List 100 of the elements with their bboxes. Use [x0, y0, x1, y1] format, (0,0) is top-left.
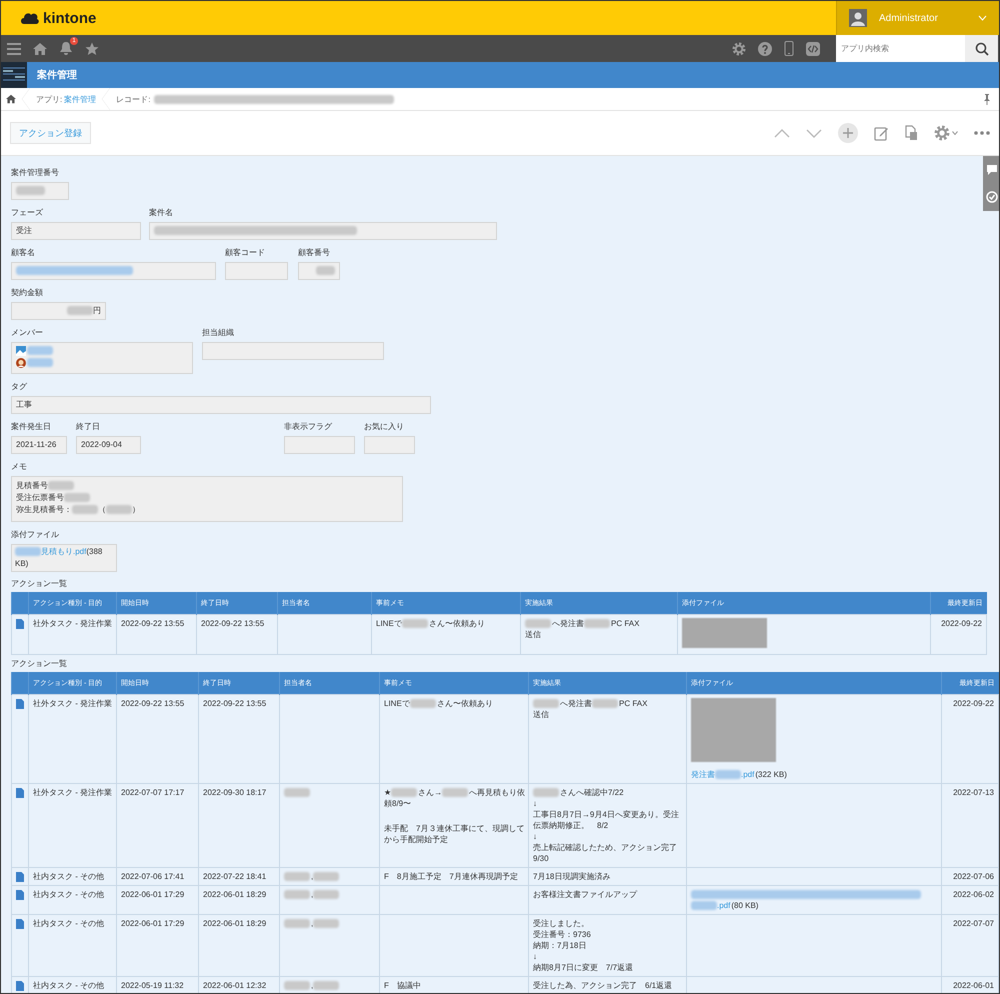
table-cell: 2022-06-01 12:32: [198, 976, 280, 993]
home-icon[interactable]: [6, 94, 16, 104]
value-text: 工事: [16, 400, 32, 409]
chevron-up-icon[interactable]: [774, 128, 790, 138]
table-cell: 2022-06-01 17:29: [116, 886, 198, 914]
table-cell: 社内タスク - その他: [28, 886, 116, 914]
field-value: [225, 262, 288, 280]
breadcrumb-label: アプリ:: [36, 94, 62, 104]
avatar-icon: [16, 358, 26, 368]
document-icon[interactable]: [16, 619, 24, 629]
cell-text: F 8月施工予定 7月連休再現調予定: [384, 872, 518, 881]
cell-text: ,: [311, 872, 314, 881]
cell-text: さんへ確認中7/22: [560, 788, 624, 797]
code-icon[interactable]: [806, 42, 820, 56]
blurred-text: [442, 788, 468, 798]
cell-text: へ再見積もり依: [469, 788, 526, 797]
menu-icon[interactable]: [7, 42, 21, 56]
table-cell: 2022-06-01 18:29: [198, 886, 280, 914]
add-icon[interactable]: [838, 123, 858, 143]
table-cell: 2022-09-22 13:55: [116, 694, 198, 784]
blurred-text: [584, 619, 610, 628]
table-cell: 2022-06-02: [942, 886, 998, 914]
blurred-text: [284, 788, 310, 798]
document-icon[interactable]: [16, 699, 24, 709]
field-label: 案件管理番号: [11, 167, 60, 179]
value-text: 2021-11-26: [16, 440, 56, 449]
logo-text[interactable]: kintone: [43, 10, 96, 26]
breadcrumb-link[interactable]: 案件管理: [64, 94, 96, 104]
settings-icon: [934, 125, 950, 141]
copy-document-icon[interactable]: [905, 125, 918, 141]
table-title: アクション一覧: [11, 578, 68, 590]
comment-icon[interactable]: [986, 164, 998, 176]
user-menu[interactable]: Administrator: [836, 1, 999, 35]
table-title: アクション一覧: [11, 658, 68, 670]
cell-text: 納期8月7日に変更 7/7返還: [533, 963, 634, 972]
table-cell: 2022-09-22 13:55: [196, 614, 278, 654]
field-label: 顧客番号: [298, 247, 331, 259]
user-avatar-icon: [849, 9, 867, 27]
check-circle-icon[interactable]: [986, 191, 998, 204]
blurred-text: [391, 788, 418, 798]
value-text: 見積番号: [16, 481, 48, 490]
cell-text: F 協議中: [384, 981, 421, 990]
cell-text: PC FAX: [619, 699, 648, 708]
header-cell: [12, 592, 28, 614]
table-cell: 2022-07-06 17:41: [116, 868, 198, 886]
field-label: 顧客名: [11, 247, 36, 259]
cloud-logo-icon: [20, 11, 40, 25]
value-text: KB): [15, 559, 28, 568]
help-icon[interactable]: [758, 42, 772, 56]
file-link[interactable]: 見積もり.pdf: [41, 547, 86, 556]
more-icon[interactable]: [974, 131, 990, 135]
action-register-button[interactable]: アクション登録: [10, 122, 91, 144]
bell-icon[interactable]: [59, 41, 73, 56]
cell-text: さん〜依頼あり: [436, 699, 493, 708]
breadcrumb-label: レコード:: [116, 94, 150, 104]
table-cell: 社外タスク - 発注作業: [28, 694, 116, 784]
app-icon[interactable]: [1, 62, 27, 88]
file-link[interactable]: .pdf: [717, 901, 730, 910]
table-cell: 2022-09-22 13:55: [116, 614, 196, 654]
table-cell: 2022-07-06: [942, 868, 998, 886]
search-field[interactable]: アプリ内検索: [836, 35, 965, 62]
value-text: 受注伝票番号: [16, 493, 64, 502]
value-text: 2022-09-04: [81, 440, 122, 449]
blurred-text: [313, 981, 340, 990]
cell-text: へ発注書: [560, 699, 592, 708]
table-cell: 社内タスク - その他: [28, 976, 116, 993]
document-icon[interactable]: [16, 981, 24, 991]
star-icon[interactable]: [85, 42, 99, 56]
document-icon[interactable]: [16, 919, 24, 929]
search-button[interactable]: [965, 35, 998, 62]
field-label: メンバー: [11, 327, 44, 339]
cell-text: へ発注書: [552, 619, 584, 628]
blurred-text: [313, 890, 340, 900]
cell-text: 7月18日現調実施済み: [533, 872, 610, 881]
edit-icon[interactable]: [874, 126, 889, 140]
chevron-down-icon[interactable]: [806, 128, 822, 138]
settings-menu[interactable]: [934, 125, 958, 141]
file-link[interactable]: .pdf: [741, 770, 754, 779]
blurred-text: [316, 266, 335, 276]
field-label: 契約金額: [11, 287, 44, 299]
value-text: （: [98, 505, 106, 514]
blurred-text: [533, 788, 559, 798]
blurred-text: [284, 919, 310, 928]
cell-text: 工事日8月7日→9月4日へ変更あり。受注: [533, 810, 679, 819]
mobile-icon[interactable]: [784, 41, 794, 56]
blurred-text: [16, 186, 45, 196]
blurred-text: [48, 481, 74, 490]
table-cell: 2022-06-01 18:29: [198, 914, 280, 976]
pin-icon[interactable]: [983, 94, 991, 104]
home-icon[interactable]: [33, 42, 47, 56]
file-link[interactable]: 発注書: [691, 770, 715, 779]
document-icon[interactable]: [16, 788, 24, 798]
field-label: 添付ファイル: [11, 529, 60, 541]
settings-icon[interactable]: [732, 42, 746, 56]
blurred-text: [284, 872, 310, 882]
table-cell: 社外タスク - 発注作業: [28, 614, 116, 654]
avatar-icon: [16, 346, 26, 356]
cell-text: 送信: [533, 710, 549, 719]
cell-text: 伝票納期修正。 8/2: [533, 821, 608, 830]
cell-text: さん→: [418, 788, 442, 797]
